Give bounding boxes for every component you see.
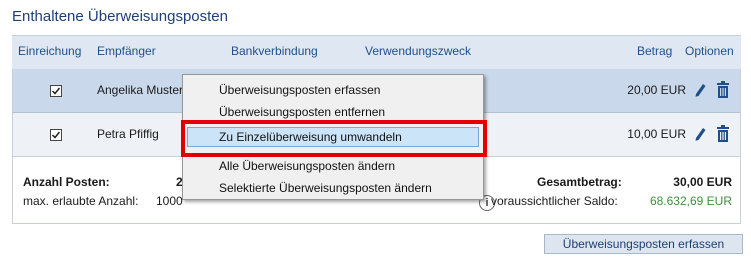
trash-icon[interactable]: [716, 125, 730, 143]
column-optionen: Optionen: [685, 44, 734, 58]
menu-item-alle-aendern[interactable]: Alle Überweisungsposten ändern: [219, 159, 395, 173]
pencil-icon[interactable]: [693, 82, 707, 98]
saldo-label: voraussichtlicher Saldo:: [491, 194, 618, 208]
menu-item-erfassen[interactable]: Überweisungsposten erfassen: [219, 83, 380, 97]
gesamtbetrag-value: 30,00 EUR: [673, 175, 732, 189]
betrag-cell: 20,00 EUR: [627, 83, 686, 97]
column-einreichung[interactable]: Einreichung: [18, 44, 81, 58]
menu-item-entfernen[interactable]: Überweisungsposten entfernen: [219, 105, 385, 119]
column-verwendungszweck[interactable]: Verwendungszweck: [365, 44, 471, 58]
saldo-value: 68.632,69 EUR: [649, 194, 732, 208]
anzahl-label: Anzahl Posten:: [23, 175, 110, 189]
checkmark-icon: [51, 131, 61, 139]
trash-icon[interactable]: [716, 81, 730, 99]
checkmark-icon: [51, 87, 61, 95]
max-value: 1000: [156, 194, 183, 208]
table-header: Einreichung Empfänger Bankverbindung Ver…: [12, 36, 741, 69]
einreichung-checkbox[interactable]: [50, 85, 62, 97]
einreichung-checkbox[interactable]: [50, 129, 62, 141]
gesamtbetrag-label: Gesamtbetrag:: [537, 175, 622, 189]
empfaenger-cell: Petra Pfiffig: [97, 127, 159, 141]
menu-item-selektierte-aendern[interactable]: Selektierte Überweisungsposten ändern: [219, 181, 432, 195]
pencil-icon[interactable]: [693, 126, 707, 142]
betrag-cell: 10,00 EUR: [627, 127, 686, 141]
empfaenger-cell: Angelika Muster: [97, 83, 184, 97]
column-betrag[interactable]: Betrag: [637, 44, 672, 58]
max-label: max. erlaubte Anzahl:: [23, 194, 139, 208]
highlight-frame: [181, 120, 487, 157]
column-bankverbindung[interactable]: Bankverbindung: [231, 44, 318, 58]
add-position-button[interactable]: Überweisungsposten erfassen: [544, 234, 743, 254]
column-empfaenger[interactable]: Empfänger: [97, 44, 156, 58]
page-title: Enthaltene Überweisungsposten: [12, 8, 228, 25]
